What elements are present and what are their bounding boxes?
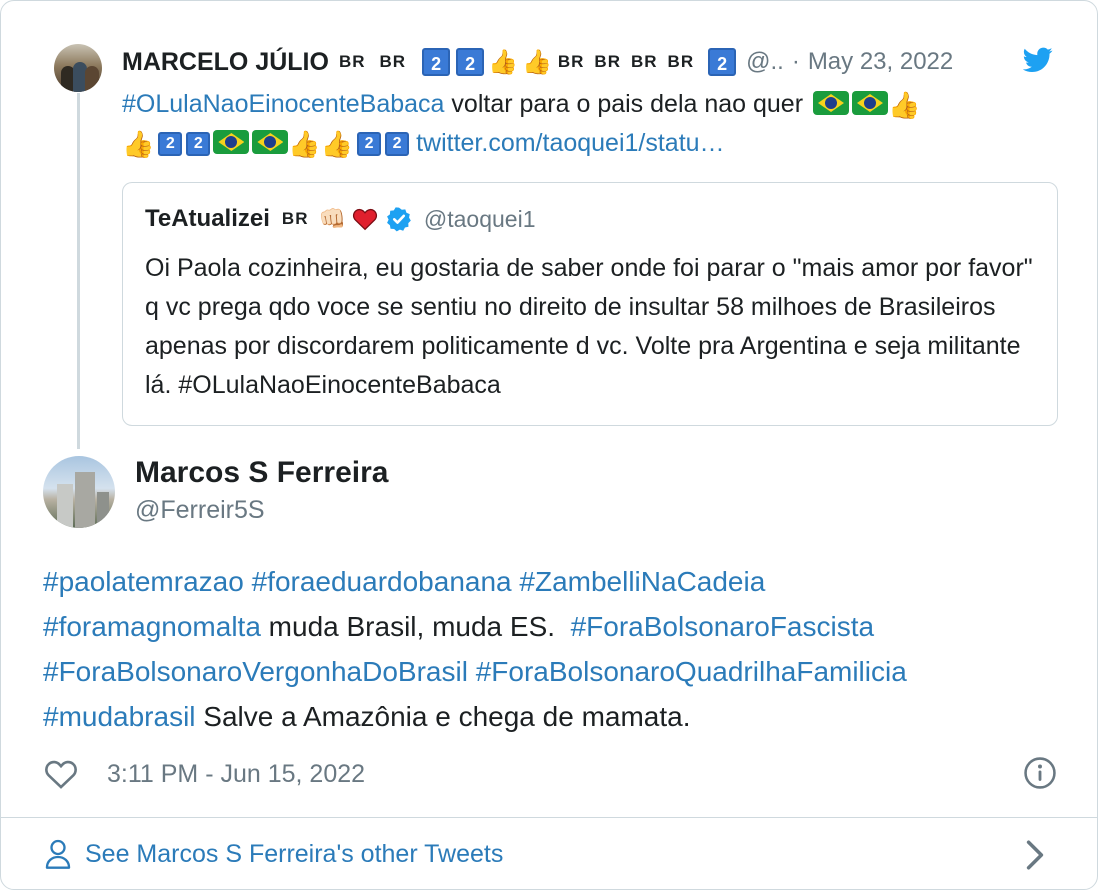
tweet-meta-row: 3:11 PM - Jun 15, 2022 [43, 753, 365, 795]
thumbs-up-emoji: 👍 [521, 48, 552, 76]
br-flag-tag: BR [338, 52, 366, 71]
hashtag-link[interactable]: #foraeduardobanana [252, 566, 512, 597]
tweet-text-segment: voltar para o pais dela nao quer [444, 90, 810, 118]
chevron-right-icon[interactable] [1025, 839, 1045, 871]
parent-tweet-date[interactable]: May 23, 2022 [808, 48, 953, 76]
parent-author-name[interactable]: MARCELO JÚLIO [122, 48, 329, 77]
tweet-url-link[interactable]: twitter.com/taoquei1/statu… [416, 129, 724, 157]
hashtag-link[interactable]: #ForaBolsonaroQuadrilhaFamilicia [476, 656, 907, 687]
see-other-tweets-label: See Marcos S Ferreira's other Tweets [85, 839, 504, 868]
hashtag-link[interactable]: #ZambelliNaCadeia [519, 566, 765, 597]
keycap-2-emoji: 2 [186, 132, 211, 157]
brazil-flag-emoji [252, 130, 289, 154]
main-author-handle[interactable]: @Ferreir5S [135, 496, 265, 525]
tweet-text-segment [244, 566, 252, 597]
keycap-2-emoji: 2 [422, 48, 451, 76]
fist-emoji: 👊🏻 [318, 206, 346, 231]
hashtag-link[interactable]: #ForaBolsonaroVergonhaDoBrasil [43, 656, 468, 687]
br-flag-tag: BR [557, 52, 585, 71]
thumbs-up-emoji: 👍 [288, 129, 321, 159]
hashtag-link[interactable]: #paolatemrazao [43, 566, 244, 597]
br-flag-tag: BR [594, 52, 621, 71]
info-icon[interactable] [1023, 756, 1057, 790]
hashtag-text: #OLulaNaoEinocenteBabaca [178, 371, 501, 399]
main-author-avatar[interactable] [43, 456, 115, 528]
thumbs-up-emoji: 👍 [122, 129, 155, 159]
br-flag-tag: BR [630, 52, 658, 71]
keycap-2-emoji: 2 [708, 48, 737, 76]
thumbs-up-emoji: 👍 [488, 48, 518, 76]
keycap-2-emoji: 2 [357, 132, 382, 157]
thumbs-up-emoji: 👍 [320, 129, 354, 159]
quoted-author-name: TeAtualizei [145, 205, 270, 232]
thread-connector-line [77, 93, 80, 449]
hashtag-link[interactable]: #ForaBolsonaroFascista [571, 611, 874, 642]
heart-outline-icon[interactable] [43, 758, 79, 790]
tweet-embed-card: MARCELO JÚLIO BR BR 2 2 👍 👍 BR BR BR BR … [0, 0, 1098, 890]
twitter-bird-icon[interactable] [1023, 47, 1053, 73]
tweet-timestamp[interactable]: 3:11 PM - Jun 15, 2022 [107, 760, 365, 789]
keycap-2-emoji: 2 [385, 132, 410, 157]
hashtag-link[interactable]: #OLulaNaoEinocenteBabaca [122, 90, 444, 118]
brazil-flag-emoji [213, 130, 250, 154]
br-flag-tag: BR [281, 209, 309, 228]
parent-tweet-header: MARCELO JÚLIO BR BR 2 2 👍 👍 BR BR BR BR … [122, 45, 953, 79]
quoted-tweet-card[interactable]: TeAtualizei BR 👊🏻 @taoquei1 Oi Paola coz… [122, 182, 1058, 426]
tweet-text-segment [468, 656, 476, 687]
thumbs-up-emoji: 👍 [887, 90, 921, 120]
main-tweet-text: #paolatemrazao #foraeduardobanana #Zambe… [43, 559, 1063, 739]
person-icon [45, 839, 71, 869]
brazil-flag-emoji [812, 91, 849, 115]
br-flag-tag: BR [379, 52, 407, 71]
tweet-text-segment: Salve a Amazônia e chega de mamata. [195, 701, 691, 732]
hashtag-link[interactable]: #mudabrasil [43, 701, 196, 732]
parent-author-avatar[interactable] [54, 44, 102, 92]
red-heart-icon [352, 208, 377, 231]
tweet-text-segment: muda Brasil, muda ES. [260, 611, 571, 642]
quoted-tweet-text: Oi Paola cozinheira, eu gostaria de sabe… [145, 249, 1035, 405]
parent-tweet-text: #OLulaNaoEinocenteBabaca voltar para o p… [122, 85, 1062, 163]
keycap-2-emoji: 2 [456, 48, 485, 76]
see-other-tweets-link[interactable]: See Marcos S Ferreira's other Tweets [45, 833, 503, 875]
hashtag-link[interactable]: #foramagnomalta [43, 611, 261, 642]
keycap-2-emoji: 2 [158, 132, 183, 157]
quoted-author-handle: @taoquei1 [423, 205, 536, 232]
verified-badge-icon [386, 207, 411, 232]
main-author-name[interactable]: Marcos S Ferreira [135, 456, 388, 490]
brazil-flag-emoji [851, 91, 888, 115]
footer-divider [1, 817, 1097, 818]
br-flag-tag: BR [667, 52, 695, 71]
meta-separator: · [791, 48, 800, 75]
quoted-tweet-header: TeAtualizei BR 👊🏻 @taoquei1 [145, 205, 536, 233]
parent-author-handle[interactable]: @.. [746, 48, 784, 76]
